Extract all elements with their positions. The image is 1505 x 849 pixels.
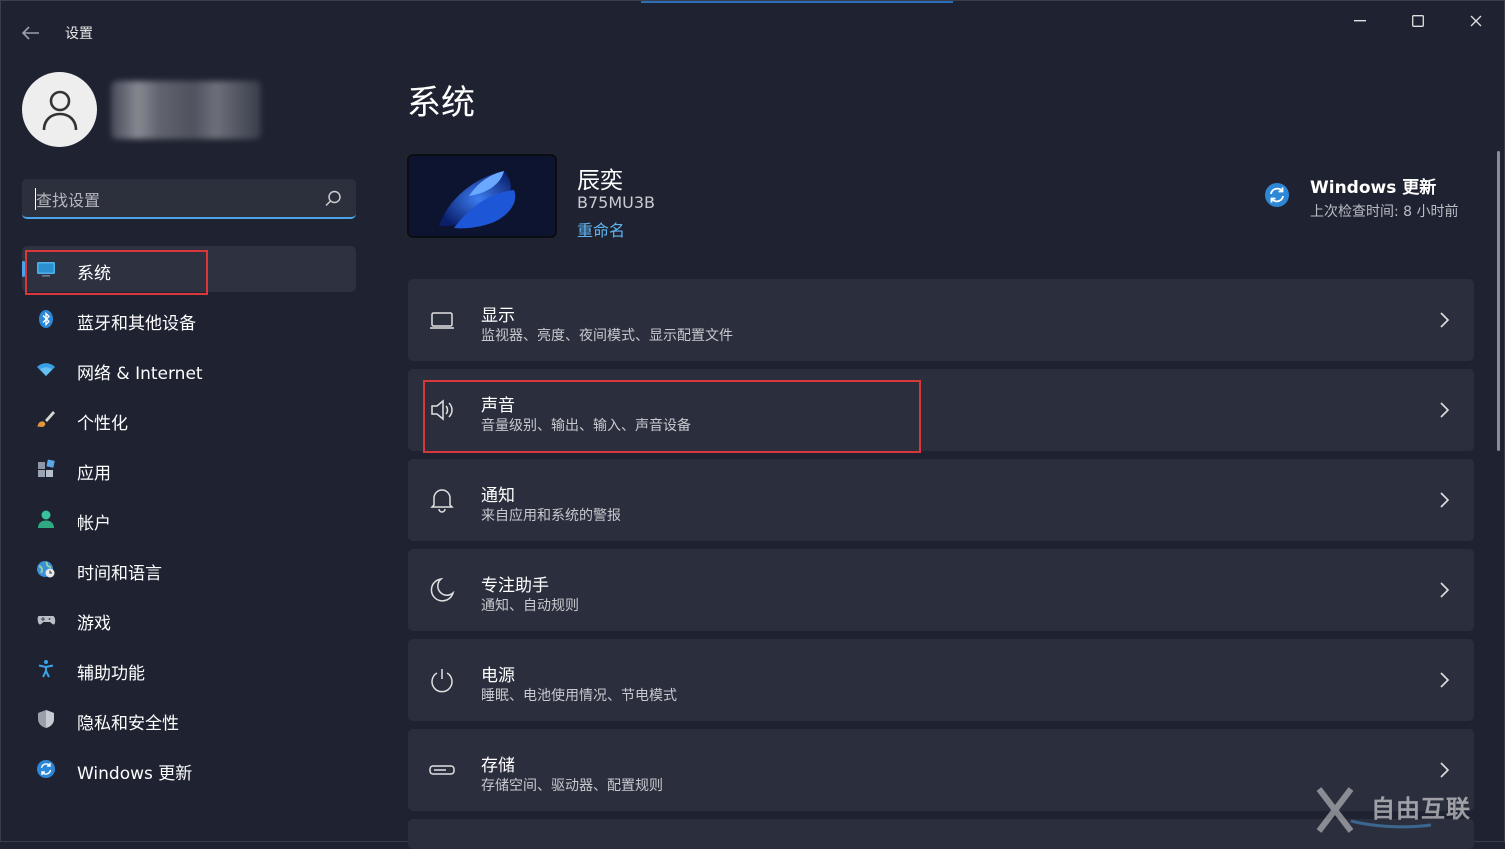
card-subtitle: 通知、自动规则 (481, 598, 579, 614)
app-title: 设置 (65, 26, 93, 42)
person-icon (38, 510, 54, 528)
minimize-button[interactable] (1331, 1, 1389, 41)
card-power[interactable]: 电源 睡眠、电池使用情况、节电模式 (408, 639, 1474, 721)
scrollbar[interactable] (1497, 151, 1500, 451)
sidebar-item-label: Windows 更新 (77, 764, 193, 784)
sidebar-item-label: 游戏 (77, 614, 111, 634)
gamepad-icon (37, 616, 56, 625)
sidebar-item-label: 隐私和安全性 (77, 714, 179, 734)
bell-icon (430, 489, 454, 513)
maximize-icon (1412, 15, 1424, 27)
card-title: 专注助手 (481, 576, 549, 596)
shield-icon (38, 710, 54, 728)
chevron-right-icon (1440, 762, 1450, 778)
rename-link[interactable]: 重命名 (577, 217, 625, 241)
user-avatar[interactable] (22, 72, 97, 147)
sidebar-item-gaming[interactable]: 游戏 (22, 596, 356, 642)
chevron-right-icon (1440, 402, 1450, 418)
close-icon (1470, 15, 1482, 27)
card-title: 电源 (481, 666, 515, 686)
sidebar-item-label: 辅助功能 (77, 664, 145, 684)
windows-update-last-checked: 上次检查时间: 8 小时前 (1310, 204, 1459, 220)
search-box[interactable] (22, 179, 356, 219)
power-icon (431, 669, 453, 693)
sidebar-item-label: 网络 & Internet (77, 364, 203, 384)
sidebar-item-label: 蓝牙和其他设备 (77, 314, 196, 334)
sidebar-item-label: 时间和语言 (77, 564, 162, 584)
device-model: B75MU3B (577, 193, 656, 212)
device-name: 辰奕 (577, 168, 623, 194)
sidebar-item-network[interactable]: 网络 & Internet (22, 346, 356, 392)
search-input[interactable] (34, 187, 308, 213)
card-title: 存储 (481, 756, 515, 776)
storage-icon (429, 765, 455, 775)
moon-icon (430, 577, 455, 602)
highlight-box-system (25, 250, 208, 295)
close-button[interactable] (1447, 1, 1505, 41)
sidebar-item-accessibility[interactable]: 辅助功能 (22, 646, 356, 692)
card-display[interactable]: 显示 监视器、亮度、夜间模式、显示配置文件 (408, 279, 1474, 361)
sidebar-item-bluetooth[interactable]: 蓝牙和其他设备 (22, 296, 356, 342)
card-notifications[interactable]: 通知 来自应用和系统的警报 (408, 459, 1474, 541)
windows-update-title[interactable]: Windows 更新 (1310, 173, 1436, 198)
sidebar-item-label: 帐户 (77, 514, 111, 534)
card-subtitle: 睡眠、电池使用情况、节电模式 (481, 688, 677, 704)
display-icon (430, 312, 454, 329)
sidebar-item-label: 个性化 (77, 414, 128, 434)
sidebar-item-label: 应用 (77, 464, 111, 484)
sidebar-item-apps[interactable]: 应用 (22, 446, 356, 492)
page-title: 系统 (407, 83, 475, 123)
wifi-icon (37, 363, 55, 376)
watermark-text: 自由互联 (1371, 795, 1471, 823)
settings-cards: 显示 监视器、亮度、夜间模式、显示配置文件 声音 音量级别、输出、输入、声音设备… (408, 279, 1474, 849)
maximize-button[interactable] (1389, 1, 1447, 41)
brush-icon (37, 411, 55, 427)
sidebar-item-privacy[interactable]: 隐私和安全性 (22, 696, 356, 742)
sidebar-item-time-language[interactable]: 时间和语言 (22, 546, 356, 592)
sidebar-item-personalization[interactable]: 个性化 (22, 396, 356, 442)
chevron-right-icon (1440, 672, 1450, 688)
text-caret (35, 188, 36, 210)
settings-window: 设置 系统 (0, 0, 1505, 849)
sidebar-nav: 系统 蓝牙和其他设备 网络 & Internet 个性化 应用 帐户 时间和语言… (22, 246, 356, 796)
minimize-icon (1354, 20, 1366, 22)
card-subtitle: 存储空间、驱动器、配置规则 (481, 778, 663, 794)
device-wallpaper-thumbnail (407, 154, 557, 238)
accessibility-icon (38, 660, 54, 678)
globe-clock-icon (37, 561, 55, 578)
card-title: 显示 (481, 306, 515, 326)
back-button[interactable] (15, 19, 47, 47)
user-name-blurred (111, 81, 261, 139)
wallpaper-bloom-image (409, 156, 555, 236)
sidebar-item-accounts[interactable]: 帐户 (22, 496, 356, 542)
title-bar: 设置 (1, 1, 1505, 61)
windows-update-icon (37, 760, 55, 778)
highlight-box-sound (423, 380, 921, 453)
chevron-right-icon (1440, 582, 1450, 598)
arrow-left-icon (21, 26, 39, 40)
card-subtitle: 监视器、亮度、夜间模式、显示配置文件 (481, 328, 733, 344)
person-icon (42, 90, 77, 130)
search-icon[interactable] (323, 189, 343, 209)
bluetooth-icon (39, 310, 53, 328)
sidebar-item-windows-update[interactable]: Windows 更新 (22, 746, 356, 792)
card-title: 通知 (481, 486, 515, 506)
chevron-right-icon (1440, 492, 1450, 508)
card-focus-assist[interactable]: 专注助手 通知、自动规则 (408, 549, 1474, 631)
chevron-right-icon (1440, 312, 1450, 328)
card-subtitle: 来自应用和系统的警报 (481, 508, 621, 524)
apps-icon (38, 459, 55, 477)
windows-update-icon[interactable] (1264, 182, 1290, 208)
